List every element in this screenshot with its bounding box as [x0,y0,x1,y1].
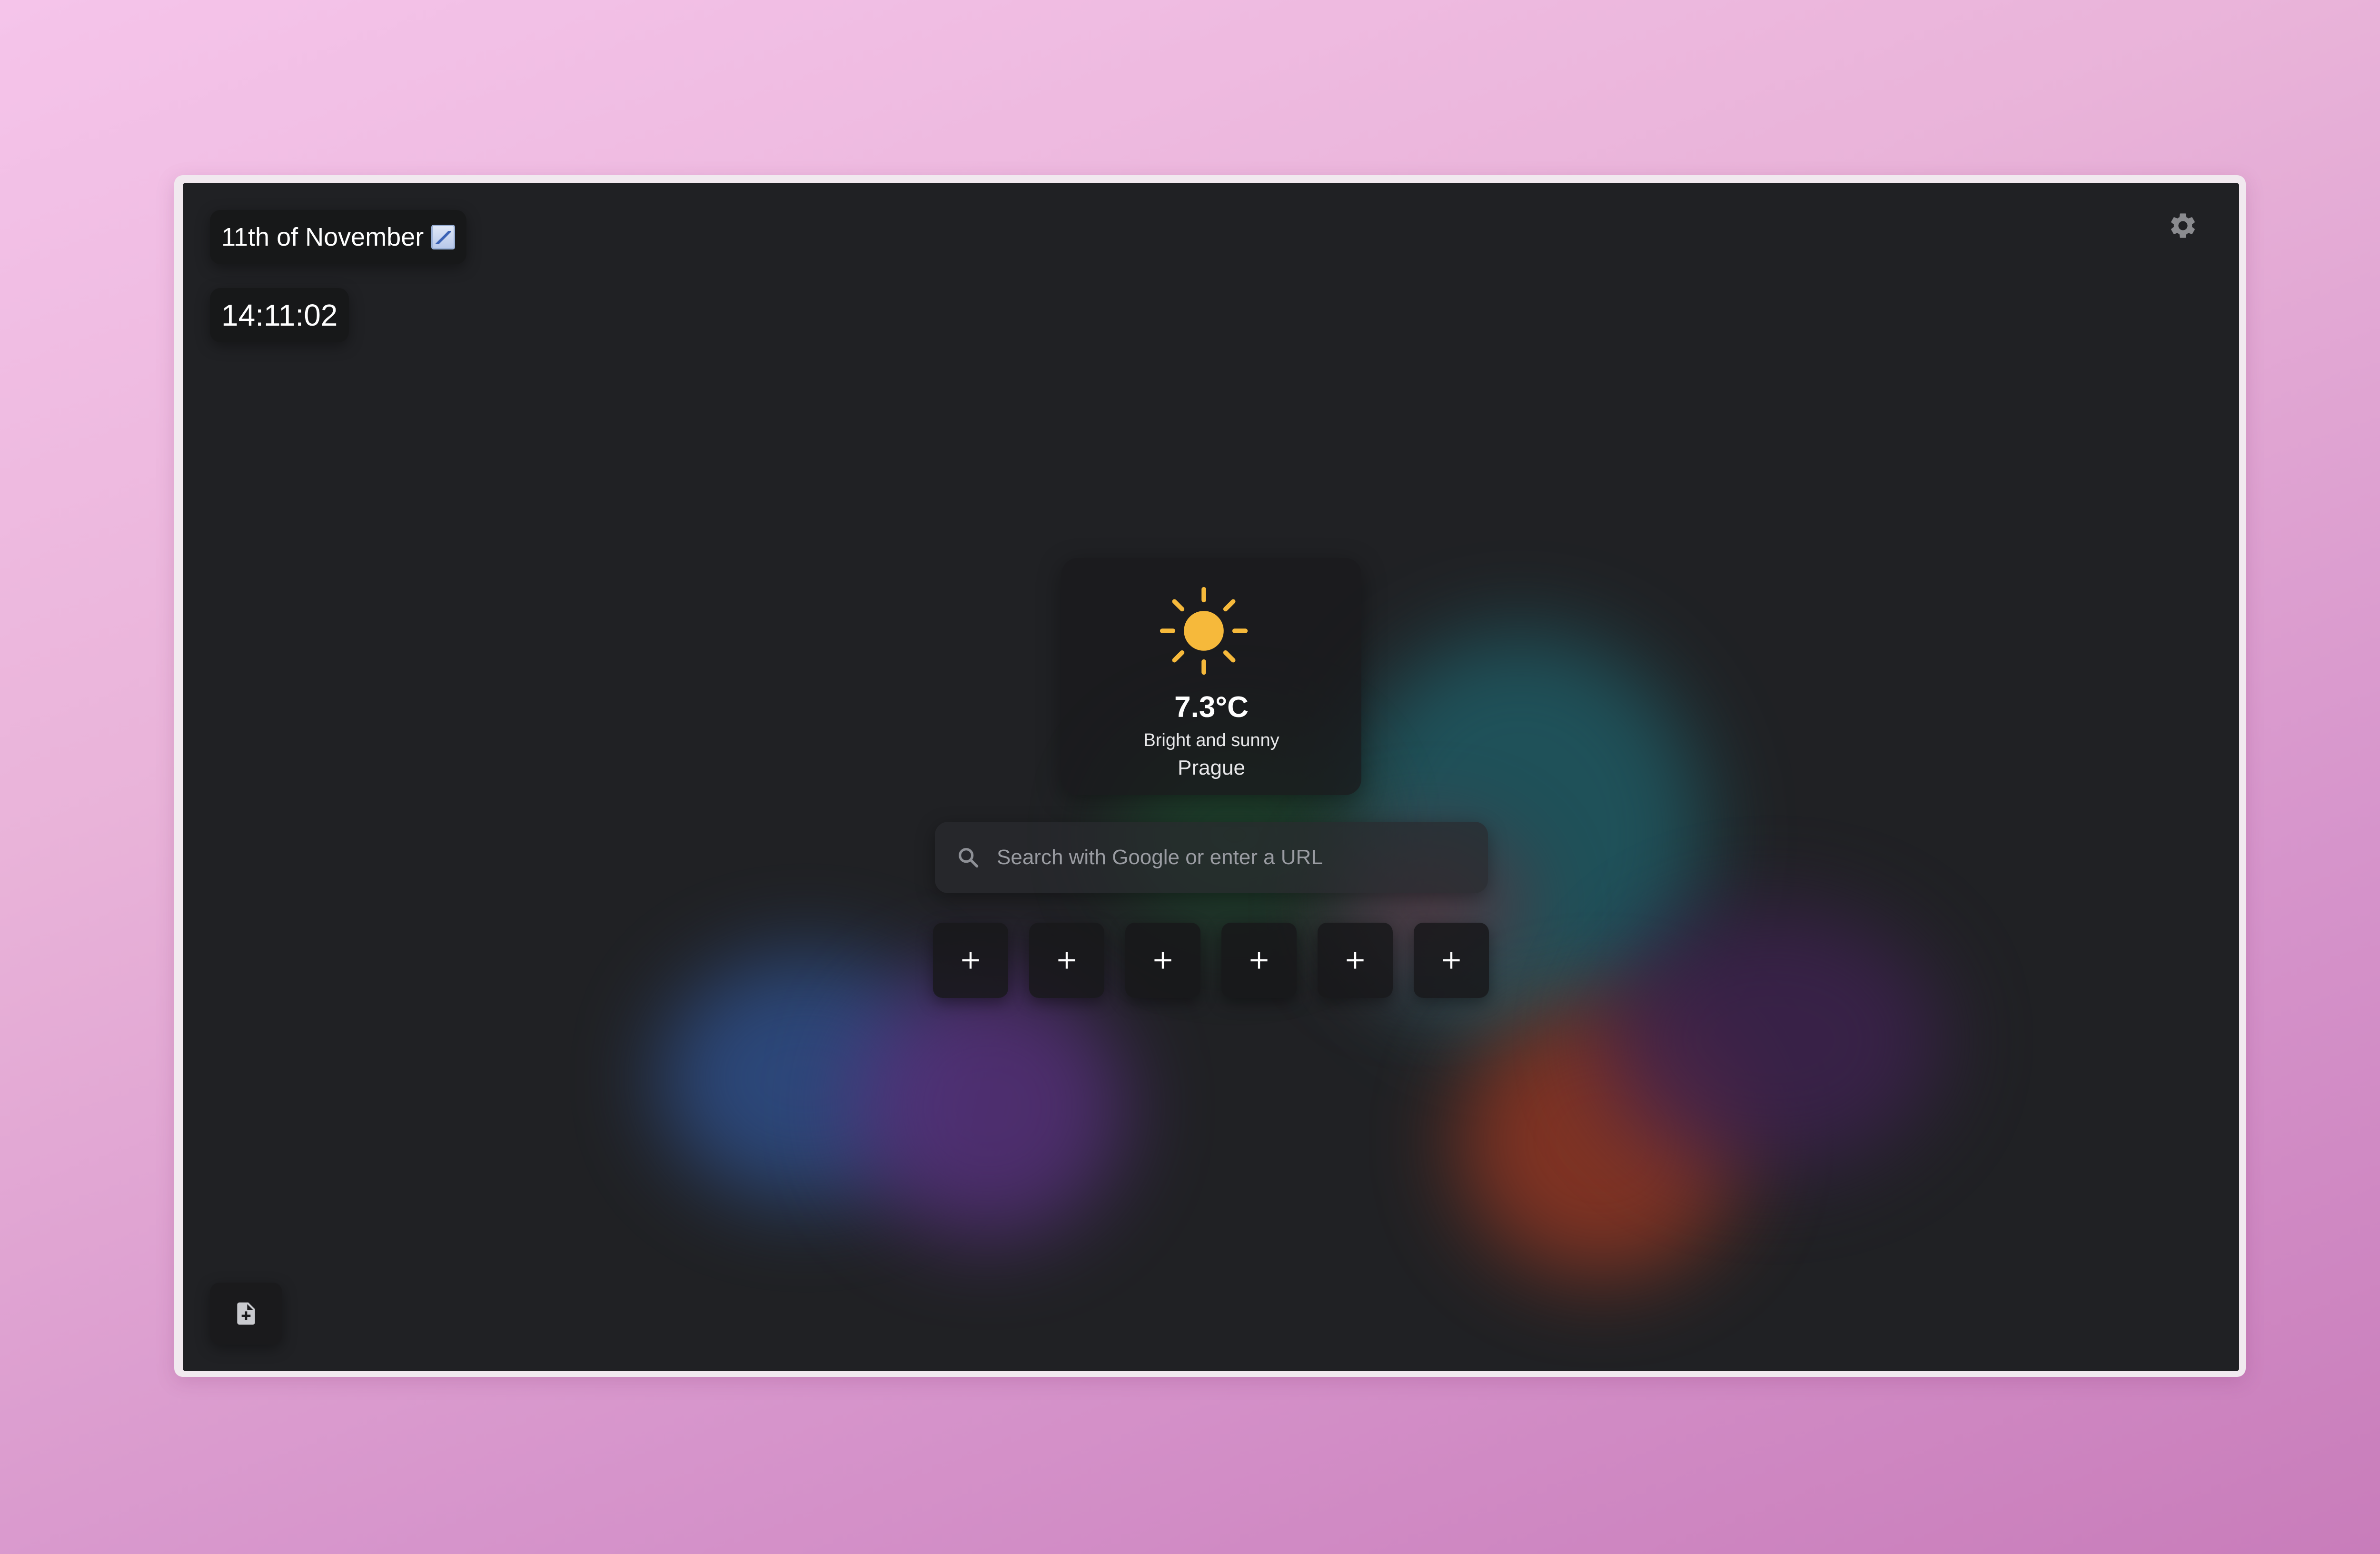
clock-widget: 14:11:02 [210,288,349,342]
time-text: 14:11:02 [221,298,338,332]
calendar-chart-icon [431,225,456,249]
add-shortcut-button[interactable] [1221,923,1297,998]
background-blob [849,973,1125,1240]
plus-icon [1154,952,1171,969]
shortcut-list [933,923,1489,998]
temperature: 7.3°C [1174,691,1249,724]
plus-icon [962,952,979,969]
date-text: 11th of November [221,223,424,251]
new-document-icon [237,1302,255,1325]
new-note-button[interactable] [210,1283,282,1345]
plus-icon [1347,952,1364,969]
add-shortcut-button[interactable] [1029,923,1104,998]
gear-icon [2171,213,2195,238]
new-tab-page: 11th of November 14:11:02 7.3°C Bright a… [183,183,2239,1371]
sun-icon [1160,587,1248,675]
add-shortcut-button[interactable] [933,923,1008,998]
weather-widget[interactable]: 7.3°C Bright and sunny Prague [1061,558,1361,795]
weather-description: Bright and sunny [1143,730,1279,750]
settings-button[interactable] [2165,208,2201,244]
add-shortcut-button[interactable] [1125,923,1200,998]
weather-city: Prague [1178,756,1245,779]
add-shortcut-button[interactable] [1414,923,1489,998]
background-blob [1601,906,1944,1173]
search-input[interactable] [996,821,1488,894]
plus-icon [1250,952,1268,969]
date-widget: 11th of November [210,210,467,264]
plus-icon [1443,952,1460,969]
plus-icon [1058,952,1075,969]
search-bar[interactable] [935,821,1488,894]
search-icon [954,843,982,872]
background-blob [1458,1002,1744,1278]
background-blob [659,954,954,1202]
add-shortcut-button[interactable] [1318,923,1393,998]
